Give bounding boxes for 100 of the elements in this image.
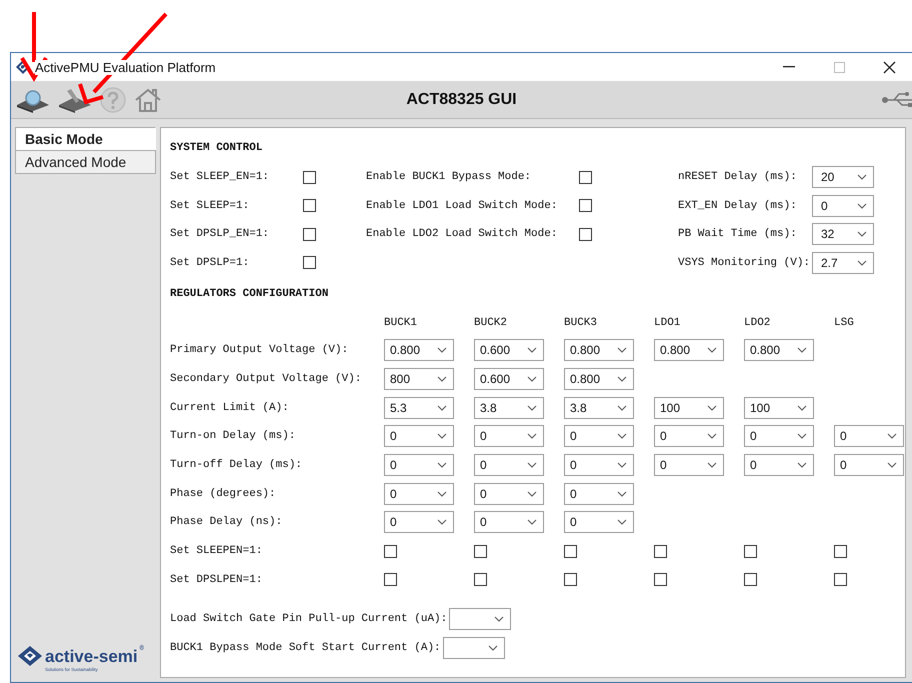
checkbox[interactable] — [303, 228, 316, 241]
chevron-icon — [527, 433, 537, 440]
checkbox[interactable] — [564, 544, 577, 558]
checkbox[interactable] — [744, 544, 757, 558]
column-header: LSG — [834, 316, 854, 328]
checkbox[interactable] — [654, 573, 667, 586]
dropdown[interactable]: 0 — [384, 454, 454, 476]
dropdown[interactable]: 3.8 — [564, 396, 634, 419]
chevron-icon — [617, 490, 627, 497]
field-label: PB Wait Time (ms): — [678, 228, 798, 240]
dropdown[interactable]: 0 — [384, 482, 454, 505]
chevron-icon — [797, 433, 807, 440]
dropdown[interactable]: 100 — [654, 396, 724, 419]
dropdown[interactable]: 0 — [834, 425, 904, 448]
checkbox[interactable] — [834, 544, 847, 558]
checkbox[interactable] — [579, 228, 592, 241]
dropdown[interactable]: 0 — [474, 511, 544, 534]
minimize-icon — [783, 66, 795, 68]
dropdown[interactable]: 0.800 — [654, 339, 724, 362]
mode-tab[interactable]: Advanced Mode — [15, 150, 156, 174]
dropdown[interactable]: 0.800 — [564, 339, 634, 362]
chevron-icon — [797, 462, 807, 468]
dropdown[interactable]: 800 — [384, 368, 454, 390]
checkbox[interactable] — [474, 573, 487, 586]
section-heading: REGULATORS CONFIGURATION — [170, 288, 330, 300]
dropdown[interactable]: 5.3 — [384, 396, 454, 419]
dropdown[interactable]: 2.7 — [812, 252, 874, 274]
close-icon — [882, 60, 896, 74]
dropdown[interactable]: 0 — [474, 482, 544, 505]
section-heading: SYSTEM CONTROL — [170, 142, 264, 154]
dropdown[interactable]: 0.800 — [744, 339, 814, 362]
app-title: ACT88325 GUI — [406, 90, 517, 108]
checkbox[interactable] — [579, 170, 592, 184]
field-label: Enable LDO2 Load Switch Mode: — [366, 228, 558, 240]
help-icon[interactable] — [99, 86, 127, 114]
checkbox[interactable] — [744, 573, 757, 586]
dropdown[interactable]: 0 — [654, 454, 724, 476]
dropdown[interactable]: 100 — [744, 396, 814, 419]
row-label: Set DPSLPEN=1: — [170, 574, 262, 586]
dropdown[interactable]: 0 — [474, 454, 544, 476]
field-label: nRESET Delay (ms): — [678, 171, 798, 184]
usb-icon — [882, 91, 912, 107]
dropdown[interactable]: 0 — [564, 454, 634, 476]
chevron-icon — [887, 433, 897, 440]
logo-wordmark: active-semi — [45, 648, 138, 664]
chevron-icon — [857, 260, 867, 266]
field-label: Set DPSLP=1: — [170, 256, 250, 269]
chevron-icon — [437, 462, 447, 468]
checkbox[interactable] — [384, 573, 397, 586]
chevron-icon — [707, 462, 717, 468]
dropdown[interactable]: 20 — [812, 166, 874, 188]
checkbox[interactable] — [384, 544, 397, 558]
chevron-icon — [617, 462, 627, 468]
chevron-icon — [617, 433, 627, 440]
checkbox[interactable] — [303, 256, 316, 270]
field-label: Enable BUCK1 Bypass Mode: — [366, 171, 532, 184]
chevron-icon — [857, 202, 867, 209]
column-header: BUCK1 — [384, 316, 418, 328]
checkbox[interactable] — [654, 544, 667, 558]
dropdown[interactable]: 0.600 — [474, 339, 544, 362]
checkbox[interactable] — [474, 544, 487, 558]
dropdown[interactable]: 0.800 — [564, 368, 634, 390]
dropdown[interactable] — [449, 608, 512, 630]
dropdown[interactable]: 0.600 — [474, 368, 544, 390]
dropdown[interactable]: 0 — [654, 425, 724, 448]
dropdown[interactable]: 0 — [744, 425, 814, 448]
chevron-icon — [437, 519, 447, 526]
dropdown[interactable]: 0 — [564, 482, 634, 505]
checkbox[interactable] — [564, 573, 577, 586]
chevron-icon — [857, 231, 867, 238]
chip-probe-icon[interactable] — [57, 86, 93, 112]
dropdown[interactable]: 0 — [384, 425, 454, 448]
checkbox[interactable] — [834, 573, 847, 586]
maximize-icon — [834, 62, 844, 72]
chevron-icon — [437, 376, 447, 382]
row-label: Phase Delay (ns): — [170, 516, 282, 528]
chevron-icon — [527, 462, 537, 468]
checkbox[interactable] — [303, 170, 316, 184]
mode-tab[interactable]: Basic Mode — [15, 127, 156, 151]
field-label: VSYS Monitoring (V): — [678, 256, 812, 269]
dropdown[interactable]: 32 — [812, 223, 874, 246]
dropdown[interactable]: 0 — [564, 425, 634, 448]
chevron-icon — [707, 347, 717, 354]
dropdown[interactable]: 3.8 — [474, 396, 544, 419]
dropdown[interactable]: 0 — [744, 454, 814, 476]
row-label: Turn-off Delay (ms): — [170, 459, 302, 472]
checkbox[interactable] — [303, 199, 316, 212]
dropdown[interactable] — [442, 636, 505, 659]
dropdown[interactable]: 0 — [474, 425, 544, 448]
chevron-icon — [527, 519, 537, 526]
chevron-icon — [437, 490, 447, 497]
dropdown[interactable]: 0 — [834, 454, 904, 476]
app-logo-icon — [15, 59, 31, 75]
dropdown[interactable]: 0.800 — [384, 339, 454, 362]
column-header: BUCK3 — [564, 316, 598, 328]
checkbox[interactable] — [579, 199, 592, 212]
dropdown[interactable]: 0 — [384, 511, 454, 534]
dropdown[interactable]: 0 — [564, 511, 634, 534]
dropdown[interactable]: 0 — [812, 194, 874, 217]
chevron-icon — [488, 644, 498, 651]
